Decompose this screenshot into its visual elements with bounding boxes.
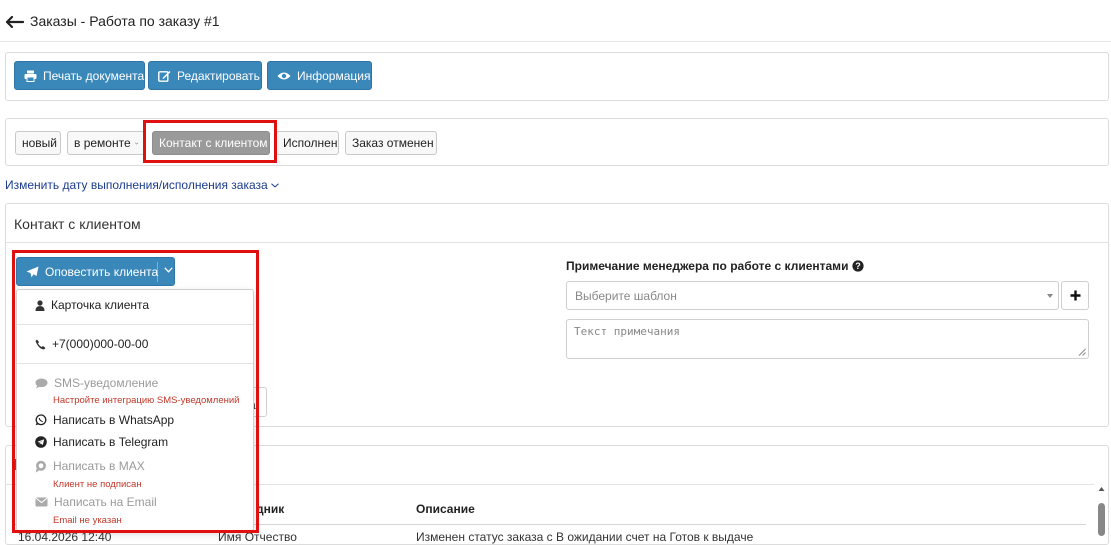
chevron-down-icon bbox=[270, 182, 279, 188]
caret-down-icon bbox=[1047, 294, 1053, 298]
manager-note-label: Примечание менеджера по работе с клиента… bbox=[566, 259, 865, 273]
status-label: новый bbox=[22, 136, 58, 150]
template-select[interactable]: Выберите шаблон bbox=[566, 281, 1059, 310]
print-button[interactable]: Печать документа bbox=[14, 61, 145, 90]
change-date-label: Изменить дату выполнения/исполнения зака… bbox=[5, 178, 268, 192]
template-placeholder: Выберите шаблон bbox=[575, 289, 677, 303]
change-date-link[interactable]: Изменить дату выполнения/исполнения зака… bbox=[5, 178, 279, 192]
chevron-down-icon bbox=[134, 142, 138, 145]
edit-button-label: Редактировать bbox=[177, 68, 260, 83]
manager-note-label-text: Примечание менеджера по работе с клиента… bbox=[566, 259, 849, 273]
info-button-label: Информация bbox=[297, 68, 371, 83]
column-header: дник bbox=[256, 502, 285, 516]
question-icon[interactable]: ? bbox=[852, 260, 865, 272]
print-button-label: Печать документа bbox=[43, 68, 145, 83]
eye-icon bbox=[277, 72, 291, 79]
section-divider bbox=[6, 242, 1108, 243]
note-textarea[interactable]: Текст примечания bbox=[566, 319, 1089, 359]
info-button[interactable]: Информация bbox=[267, 61, 372, 90]
table-cell-description: Изменен статус заказа с В ожидании счет … bbox=[416, 530, 754, 544]
status-new-button[interactable]: новый bbox=[15, 131, 61, 155]
highlight-dropdown bbox=[12, 250, 259, 533]
highlight-status bbox=[143, 120, 277, 163]
contact-section-title: Контакт с клиентом bbox=[14, 216, 141, 232]
edit-icon bbox=[158, 70, 171, 82]
status-label: в ремонте bbox=[74, 136, 131, 150]
page-title: Заказы - Работа по заказу #1 bbox=[30, 13, 220, 29]
status-repair-button[interactable]: в ремонте bbox=[67, 131, 145, 155]
add-template-button[interactable] bbox=[1061, 281, 1089, 310]
resize-handle-icon[interactable] bbox=[1078, 348, 1086, 356]
status-cancelled-button[interactable]: Заказ отменен bbox=[345, 131, 437, 155]
status-done-button[interactable]: Исполнен bbox=[276, 131, 339, 155]
note-placeholder: Текст примечания bbox=[574, 325, 680, 338]
plus-icon bbox=[1070, 290, 1080, 301]
arrow-left-icon[interactable] bbox=[6, 15, 24, 29]
status-label: Исполнен bbox=[283, 136, 338, 150]
column-header: Описание bbox=[416, 502, 475, 516]
svg-text:?: ? bbox=[856, 261, 862, 271]
status-label: Заказ отменен bbox=[352, 136, 434, 150]
printer-icon bbox=[24, 70, 37, 82]
page-header: Заказы - Работа по заказу #1 bbox=[0, 0, 1111, 42]
edit-button[interactable]: Редактировать bbox=[148, 61, 262, 90]
vertical-scrollbar[interactable] bbox=[1096, 486, 1107, 536]
